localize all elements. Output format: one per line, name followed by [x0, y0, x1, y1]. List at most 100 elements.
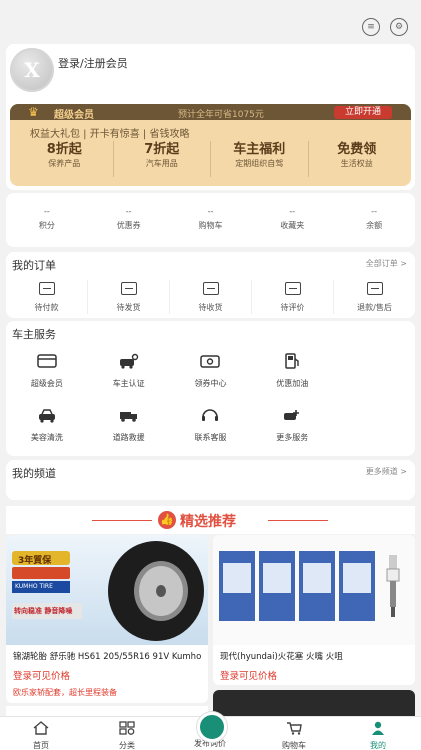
service-car-auth[interactable]: 车主认证 [88, 353, 170, 389]
recommend-title: 精选推荐 [180, 514, 236, 530]
tow-truck-icon [119, 412, 137, 422]
stat-value: -- [289, 207, 296, 216]
product-card-partial[interactable] [213, 690, 415, 718]
vip-benefit: 7折起 汽车用品 [114, 141, 211, 177]
stat-favorites[interactable]: -- 收藏夹 [251, 193, 333, 247]
order-pending-shipment[interactable]: 待发货 [88, 280, 170, 314]
box-icon [120, 282, 137, 295]
product-name: 锦湖轮胎 舒乐驰 HS61 205/55R16 91V Kumho [13, 652, 202, 662]
stat-value: -- [371, 207, 377, 216]
tab-mine[interactable]: 我的 [343, 717, 413, 750]
service-contact[interactable]: 联系客服 [170, 407, 252, 443]
tab-label: 购物车 [282, 741, 306, 750]
order-status-row: 待付款 待发货 待收货 待评价 退款/售后 [6, 280, 415, 314]
order-status-label: 待付款 [34, 303, 59, 312]
channel-title: 我的频道 [12, 467, 56, 480]
product-image-tire [6, 535, 208, 645]
stat-label: 购物车 [198, 221, 223, 230]
vip-benefit-value: 免费领 [337, 142, 377, 157]
product-image-spark-plug [213, 535, 415, 645]
vip-benefit: 8折起 保养产品 [16, 141, 114, 177]
service-coupons[interactable]: 领券中心 [170, 353, 252, 389]
product-card[interactable]: 3年質保 KUMHO TIRE 转向稳准 静音降噪 锦湖轮胎 舒乐驰 HS61 … [6, 535, 208, 703]
order-pending-payment[interactable]: 待付款 [6, 280, 88, 314]
category-icon [119, 721, 135, 735]
vip-benefit-value: 8折起 [46, 142, 82, 157]
thumbs-up-icon: 👍 [158, 511, 176, 529]
product-card[interactable]: 现代(hyundai)火花塞 火嘴 火咀 登录可见价格 [213, 535, 415, 685]
order-status-label: 待收货 [198, 303, 223, 312]
stat-coupons[interactable]: -- 优惠券 [88, 193, 170, 247]
vip-benefits: 8折起 保养产品 7折起 汽车用品 车主福利 定期组织自驾 免费领 生活权益 [16, 141, 405, 177]
vip-open-button[interactable]: 立即开通 [334, 106, 392, 119]
car-wash-icon [38, 409, 55, 423]
card-icon [37, 354, 57, 368]
vip-banner[interactable]: ♛ 超级会员 预计全年可省1075元 立即开通 权益大礼包 | 开卡有惊喜 | … [10, 104, 411, 186]
profile-card: X 登录/注册会员 ♛ 超级会员 预计全年可省1075元 立即开通 权益大礼包 … [6, 44, 415, 190]
review-icon [284, 282, 301, 295]
vip-title: 超级会员 [54, 110, 94, 121]
order-status-label: 待评价 [280, 303, 305, 312]
service-label: 超级会员 [30, 379, 63, 388]
service-more[interactable]: 更多服务 [251, 407, 333, 443]
fuel-icon [285, 353, 299, 369]
vip-benefit-value: 7折起 [144, 142, 180, 157]
order-status-label: 退款/售后 [357, 303, 392, 312]
tab-category[interactable]: 分类 [92, 717, 162, 750]
service-road-rescue[interactable]: 道路救援 [88, 407, 170, 443]
stat-points[interactable]: -- 积分 [6, 193, 88, 247]
order-pending-review[interactable]: 待评价 [252, 280, 334, 314]
tab-label: 首页 [33, 741, 49, 750]
login-register-link[interactable]: 登录/注册会员 [58, 55, 128, 71]
publish-icon[interactable] [197, 712, 227, 742]
more-channels-link[interactable]: 更多频道 > [366, 466, 407, 477]
service-label: 领券中心 [194, 379, 227, 388]
order-refund[interactable]: 退款/售后 [334, 280, 415, 314]
orders-title: 我的订单 [12, 259, 56, 272]
order-pending-receipt[interactable]: 待收货 [170, 280, 252, 314]
settings-icon[interactable]: ⚙ [390, 18, 408, 36]
stat-label: 积分 [38, 221, 55, 230]
stat-value: -- [44, 207, 50, 216]
service-car-wash[interactable]: 美容清洗 [6, 407, 88, 443]
home-icon [33, 721, 49, 735]
vip-save-text: 预计全年可省1075元 [178, 110, 264, 120]
avatar[interactable]: X [10, 48, 54, 92]
vip-benefit-value: 车主福利 [233, 142, 286, 157]
stat-balance[interactable]: -- 余额 [333, 193, 415, 247]
vip-benefit: 车主福利 定期组织自驾 [211, 141, 309, 177]
stats-row: -- 积分 -- 优惠券 -- 购物车 -- 收藏夹 -- 余额 [6, 193, 415, 247]
service-vip[interactable]: 超级会员 [6, 353, 88, 389]
message-icon[interactable]: ≡ [362, 18, 380, 36]
tire-badge-text: 3年質保 [18, 556, 52, 566]
tire-brand-text: KUMHO TIRE [15, 583, 53, 590]
wallet-icon [38, 282, 55, 295]
tab-cart[interactable]: 购物车 [259, 717, 329, 750]
service-grid: 超级会员 车主认证 领券中心 优惠加油 美容清洗 道路救援 联系客服 更多服务 [6, 353, 415, 443]
orders-section: 我的订单 全部订单 > 待付款 待发货 待收货 待评价 退款/售后 [6, 252, 415, 318]
service-filler [333, 353, 415, 389]
order-status-label: 待发货 [116, 303, 141, 312]
product-price: 登录可见价格 [13, 671, 71, 682]
vip-subtitle: 权益大礼包 | 开卡有惊喜 | 省钱攻略 [30, 129, 190, 140]
service-label: 优惠加油 [276, 379, 309, 388]
tab-label: 分类 [119, 741, 135, 750]
service-label: 更多服务 [276, 433, 309, 442]
car-service-section: 车主服务 超级会员 车主认证 领券中心 优惠加油 美容清洗 道路救援 联系客服 … [6, 321, 415, 456]
refund-icon [366, 282, 383, 295]
stat-label: 余额 [366, 221, 383, 230]
tab-home[interactable]: 首页 [6, 717, 76, 750]
service-fuel[interactable]: 优惠加油 [251, 353, 333, 389]
stat-value: -- [207, 207, 214, 216]
stat-label: 收藏夹 [280, 221, 305, 230]
vip-benefit: 免费领 生活权益 [309, 141, 406, 177]
delivery-icon [202, 282, 219, 295]
service-label: 车主认证 [112, 379, 145, 388]
all-orders-link[interactable]: 全部订单 > [366, 258, 407, 269]
service-label: 美容清洗 [30, 433, 63, 442]
product-price: 登录可见价格 [220, 671, 278, 682]
service-title: 车主服务 [12, 328, 56, 341]
car-user-icon [119, 353, 138, 369]
product-name: 现代(hyundai)火花塞 火嘴 火咀 [220, 652, 343, 662]
stat-cart[interactable]: -- 购物车 [170, 193, 252, 247]
